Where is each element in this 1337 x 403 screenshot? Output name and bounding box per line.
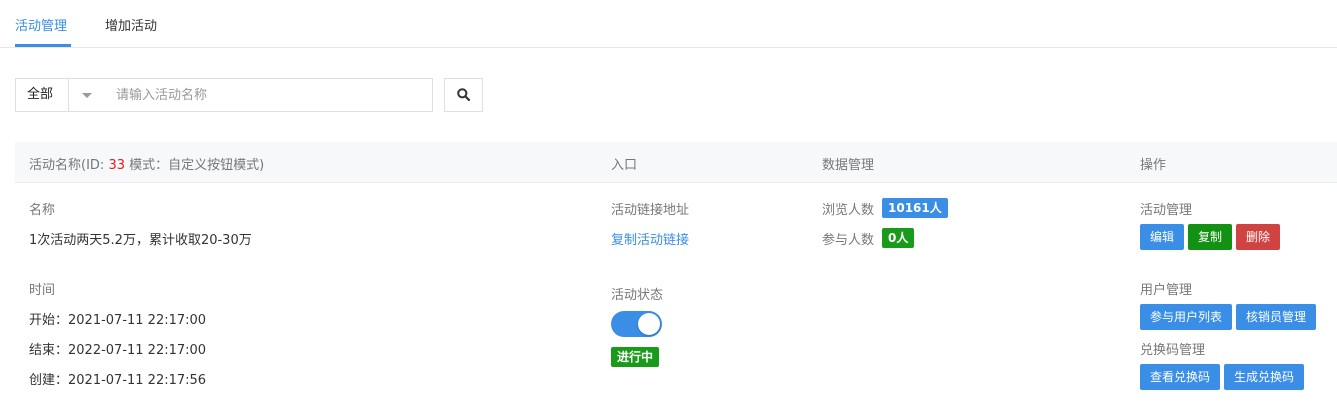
header-entry: 入口 [611, 158, 638, 173]
redeem-code-management-label: 兑换码管理 [1140, 343, 1206, 358]
active-tab-indicator [15, 44, 71, 47]
view-redeem-codes-button[interactable]: 查看兑换码 [1140, 364, 1221, 390]
generate-redeem-codes-button[interactable]: 生成兑换码 [1224, 364, 1305, 390]
header-name-prefix: 活动名称(ID: [29, 158, 109, 173]
header-actions: 操作 [1140, 158, 1167, 173]
tab-add-activity[interactable]: 增加活动 [105, 15, 157, 34]
activity-link-label: 活动链接地址 [611, 203, 690, 218]
verifier-management-button[interactable]: 核销员管理 [1236, 304, 1317, 330]
search-button[interactable] [444, 78, 483, 112]
header-name-suffix: 模式：自定义按钮模式) [124, 158, 265, 173]
start-time: 开始：2021-07-11 22:17:00 [29, 313, 207, 328]
created-time: 创建：2021-07-11 22:17:56 [29, 373, 207, 388]
activity-status-label: 活动状态 [611, 288, 664, 303]
participants-label: 参与人数 [822, 233, 875, 248]
time-label: 时间 [29, 283, 56, 298]
delete-button[interactable]: 删除 [1236, 224, 1281, 250]
views-count-badge: 10161人 [882, 198, 948, 218]
user-management-label: 用户管理 [1140, 283, 1193, 298]
name-label: 名称 [29, 203, 56, 218]
participants-count-badge: 0人 [882, 228, 915, 248]
search-icon [457, 88, 470, 101]
activity-name: 1次活动两天5.2万，累计收取20-30万 [29, 233, 252, 248]
end-time: 结束：2022-07-11 22:17:00 [29, 343, 207, 358]
activity-name-search-input[interactable] [104, 78, 433, 112]
activity-id: 33 [108, 158, 125, 173]
activity-management-label: 活动管理 [1140, 203, 1193, 218]
status-badge: 进行中 [611, 347, 660, 367]
edit-button[interactable]: 编辑 [1140, 224, 1185, 250]
toggle-knob [638, 313, 660, 335]
header-activity-name: 活动名称(ID: 33 模式：自定义按钮模式) [29, 154, 264, 173]
views-label: 浏览人数 [822, 203, 875, 218]
copy-button[interactable]: 复制 [1188, 224, 1233, 250]
chevron-down-icon[interactable] [68, 78, 106, 112]
tab-bar: 活动管理 增加活动 [0, 0, 1337, 48]
table-header: 活动名称(ID: 33 模式：自定义按钮模式) 入口 数据管理 操作 [15, 142, 1337, 183]
participants-list-button[interactable]: 参与用户列表 [1140, 304, 1233, 330]
tab-activity-management[interactable]: 活动管理 [15, 15, 67, 34]
header-data-management: 数据管理 [822, 158, 875, 173]
activity-status-toggle[interactable] [611, 311, 662, 337]
copy-activity-link[interactable]: 复制活动链接 [611, 229, 689, 248]
